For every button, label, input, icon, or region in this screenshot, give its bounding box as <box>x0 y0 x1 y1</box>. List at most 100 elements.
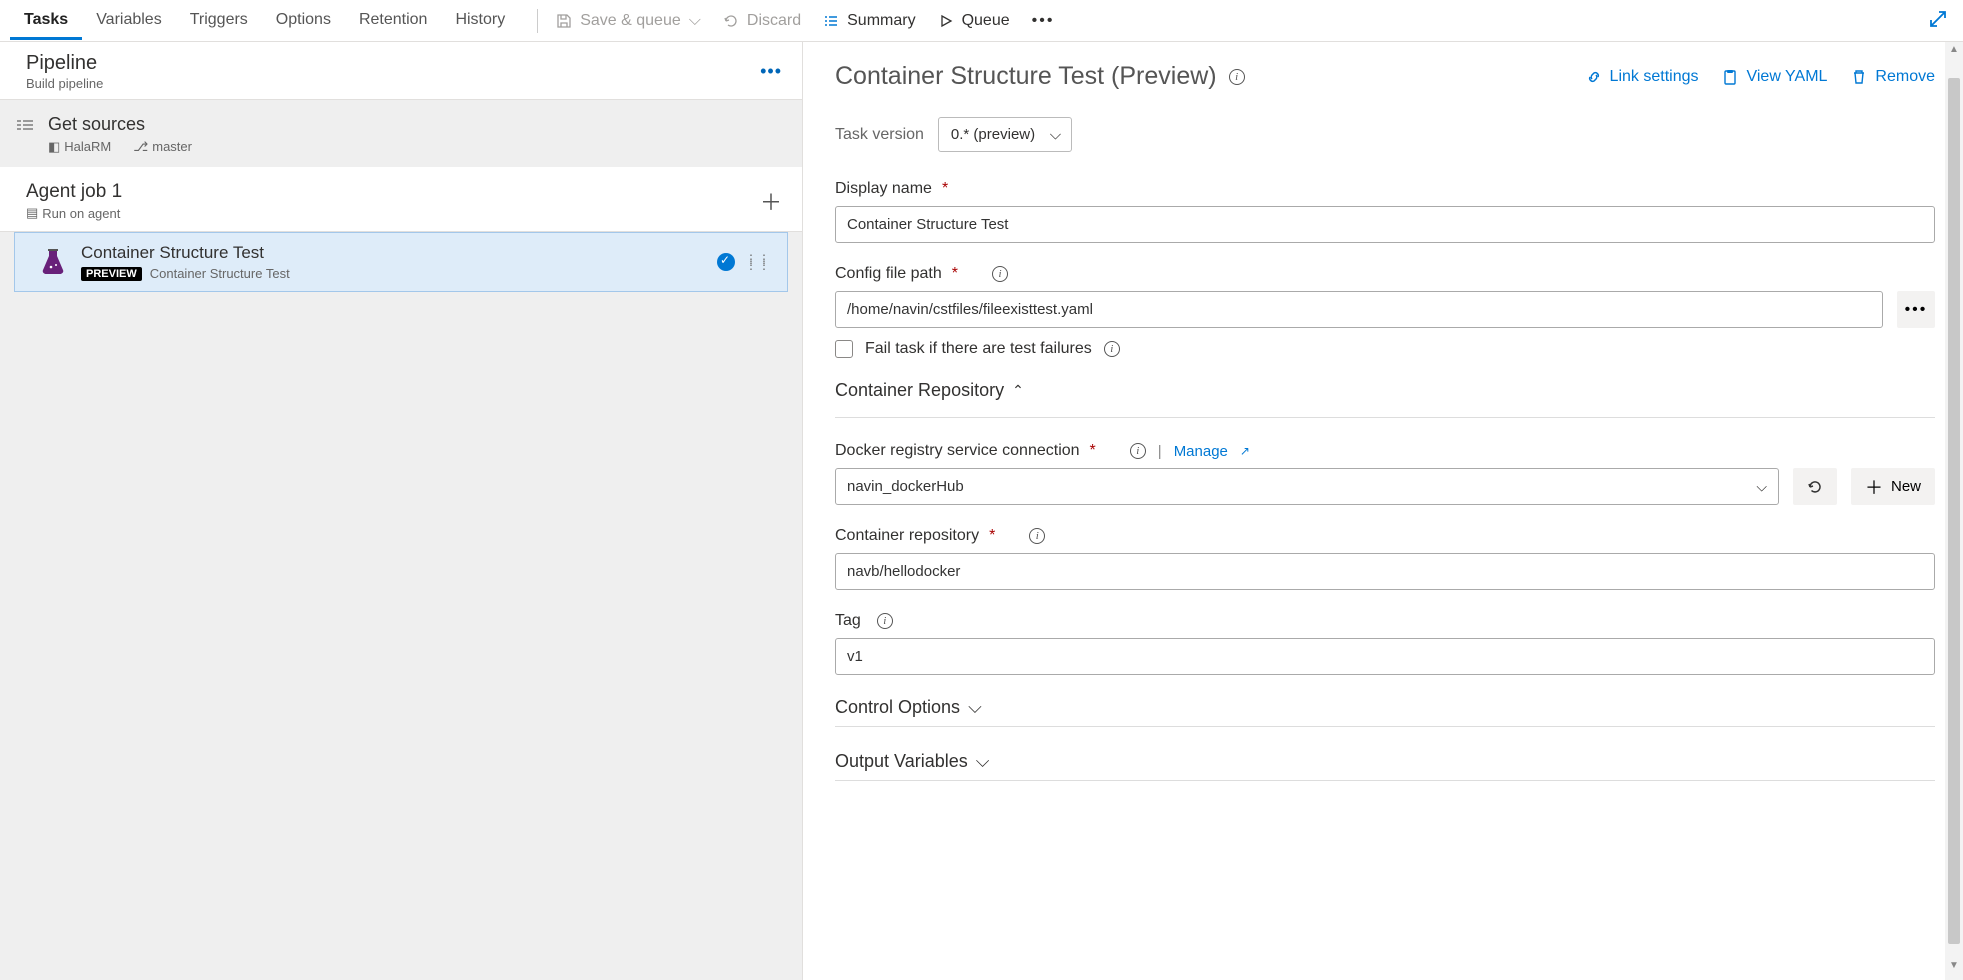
task-version-value: 0.* (preview) <box>951 126 1035 143</box>
fullscreen-button[interactable] <box>1923 4 1953 37</box>
task-title: Container Structure Test <box>81 243 290 263</box>
section-rule <box>835 417 1935 418</box>
branch-name: master <box>152 139 192 154</box>
tag-field: Tag i <box>835 612 1935 675</box>
agent-job-title: Agent job 1 <box>26 181 122 203</box>
view-yaml-button[interactable]: View YAML <box>1722 68 1827 86</box>
link-settings-label: Link settings <box>1610 68 1699 86</box>
ellipsis-icon: ••• <box>1032 12 1055 30</box>
refresh-icon <box>1807 479 1823 495</box>
config-path-input[interactable] <box>835 291 1883 328</box>
chevron-down-icon: ⌵ <box>976 751 990 772</box>
container-repository-section-header[interactable]: Container Repository ⌃ <box>835 380 1935 401</box>
agent-job-row[interactable]: Agent job 1 ▤ Run on agent ＋ <box>0 167 802 232</box>
container-repo-label: Container repository * i <box>835 527 1935 545</box>
required-star: * <box>952 265 958 283</box>
scroll-down-arrow-icon[interactable]: ▼ <box>1945 960 1963 978</box>
tab-strip: Tasks Variables Triggers Options Retenti… <box>10 1 519 40</box>
task-flask-icon <box>37 246 69 278</box>
link-icon <box>1586 69 1602 85</box>
agent-text: Agent job 1 ▤ Run on agent <box>26 181 122 221</box>
section-label: Container Repository <box>835 380 1004 401</box>
display-name-field: Display name * <box>835 180 1935 243</box>
tag-label: Tag i <box>835 612 1935 630</box>
list-icon <box>823 13 839 29</box>
control-options-section-header[interactable]: Control Options ⌵ <box>835 697 1935 718</box>
info-icon[interactable]: i <box>1229 69 1245 85</box>
get-sources-row[interactable]: Get sources ◧HalaRM ⎇master <box>0 100 802 167</box>
task-version-select[interactable]: 0.* (preview) ⌵ <box>938 117 1072 152</box>
discard-button[interactable]: Discard <box>723 12 801 30</box>
pipeline-title: Pipeline <box>26 52 103 75</box>
tab-options[interactable]: Options <box>262 1 345 40</box>
task-text: Container Structure Test PREVIEW Contain… <box>81 243 290 281</box>
repo-icon: ◧ <box>48 139 60 154</box>
chevron-down-icon: ⌵ <box>689 12 701 30</box>
docker-connection-value[interactable] <box>835 468 1779 505</box>
vertical-scrollbar[interactable]: ▲ ▼ <box>1945 42 1963 980</box>
save-icon <box>556 13 572 29</box>
detail-wrap: Container Structure Test (Preview) i Lin… <box>803 42 1963 980</box>
tag-input[interactable] <box>835 638 1935 675</box>
info-icon[interactable]: i <box>1029 528 1045 544</box>
tab-history[interactable]: History <box>441 1 519 40</box>
tab-tasks[interactable]: Tasks <box>10 1 82 40</box>
display-name-input[interactable] <box>835 206 1935 243</box>
task-row-container-structure-test[interactable]: Container Structure Test PREVIEW Contain… <box>14 232 788 292</box>
info-icon[interactable]: i <box>1104 341 1120 357</box>
queue-button[interactable]: Queue <box>938 12 1010 30</box>
trash-icon <box>1851 69 1867 85</box>
agent-job-subtitle: ▤ Run on agent <box>26 205 122 221</box>
summary-label: Summary <box>847 12 915 30</box>
manage-link[interactable]: Manage <box>1174 443 1228 460</box>
main-split: Pipeline Build pipeline ••• Get sources … <box>0 42 1963 980</box>
save-queue-label: Save & queue <box>580 12 681 30</box>
required-star: * <box>1090 442 1096 460</box>
save-queue-button[interactable]: Save & queue ⌵ <box>556 12 701 30</box>
chevron-down-icon: ⌵ <box>1050 126 1061 143</box>
undo-icon <box>723 13 739 29</box>
scrollbar-thumb[interactable] <box>1948 78 1960 944</box>
pipeline-more-button[interactable]: ••• <box>760 61 782 82</box>
tab-retention[interactable]: Retention <box>345 1 442 40</box>
info-icon[interactable]: i <box>1130 443 1146 459</box>
info-icon[interactable]: i <box>992 266 1008 282</box>
pipeline-subtitle: Build pipeline <box>26 76 103 91</box>
clipboard-icon <box>1722 69 1738 85</box>
label-text: Docker registry service connection <box>835 442 1080 460</box>
tab-variables[interactable]: Variables <box>82 1 176 40</box>
sources-icon <box>16 118 34 135</box>
drag-handle-icon[interactable]: ⋮⋮⋮⋮ <box>745 256 771 268</box>
task-version-row: Task version 0.* (preview) ⌵ <box>835 117 1935 152</box>
tab-triggers[interactable]: Triggers <box>176 1 262 40</box>
remove-button[interactable]: Remove <box>1851 68 1935 86</box>
link-settings-button[interactable]: Link settings <box>1586 68 1699 86</box>
pipeline-header-row[interactable]: Pipeline Build pipeline ••• <box>0 42 802 100</box>
docker-connection-dropdown[interactable]: ⌵ <box>835 468 1779 505</box>
detail-title: Container Structure Test (Preview) <box>835 62 1217 91</box>
ellipsis-icon: ••• <box>1905 301 1928 318</box>
more-actions-button[interactable]: ••• <box>1032 12 1055 30</box>
discard-label: Discard <box>747 12 801 30</box>
play-icon <box>938 13 954 29</box>
task-sub-line: PREVIEW Container Structure Test <box>81 266 290 281</box>
new-connection-button[interactable]: ＋ New <box>1851 468 1935 505</box>
container-repo-input[interactable] <box>835 553 1935 590</box>
browse-button[interactable]: ••• <box>1897 291 1935 328</box>
fail-checkbox[interactable] <box>835 340 853 358</box>
preview-badge: PREVIEW <box>81 267 142 281</box>
check-circle-icon <box>717 253 735 271</box>
expand-icon <box>1929 10 1947 28</box>
new-label: New <box>1891 478 1921 495</box>
section-label: Control Options <box>835 697 960 718</box>
scroll-up-arrow-icon[interactable]: ▲ <box>1945 44 1963 62</box>
output-variables-section-header[interactable]: Output Variables ⌵ <box>835 751 1935 772</box>
label-text: Container repository <box>835 527 979 545</box>
add-task-button[interactable]: ＋ <box>760 185 782 217</box>
server-icon: ▤ <box>26 205 38 221</box>
summary-button[interactable]: Summary <box>823 12 915 30</box>
info-icon[interactable]: i <box>877 613 893 629</box>
refresh-button[interactable] <box>1793 468 1837 505</box>
chevron-up-icon: ⌃ <box>1012 382 1024 399</box>
branch-icon: ⎇ <box>133 139 148 154</box>
